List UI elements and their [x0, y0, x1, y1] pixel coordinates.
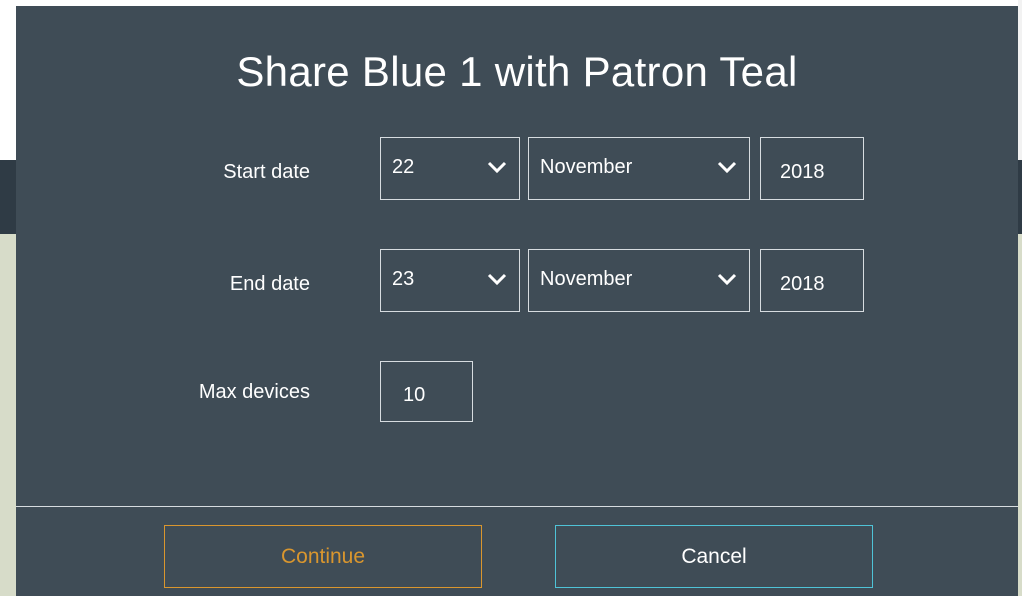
end-day-select[interactable]: 23 — [380, 249, 520, 312]
dialog-title: Share Blue 1 with Patron Teal — [236, 48, 798, 95]
end-year-value: 2018 — [780, 273, 825, 295]
start-year-value: 2018 — [780, 161, 825, 183]
background-header-left — [0, 160, 16, 234]
start-date-label: Start date — [223, 161, 310, 183]
background-page-left — [0, 0, 16, 160]
end-month-value: November — [540, 268, 633, 290]
end-month-select[interactable]: November — [528, 249, 750, 312]
footer-divider — [16, 506, 1018, 507]
background-page-right — [1018, 0, 1022, 160]
start-day-select[interactable]: 22 — [380, 137, 520, 200]
background-header-right — [1018, 160, 1022, 234]
start-month-select[interactable]: November — [528, 137, 750, 200]
continue-button[interactable]: Continue — [164, 525, 482, 588]
cancel-button[interactable]: Cancel — [555, 525, 873, 588]
chevron-down-icon — [487, 273, 507, 286]
chevron-down-icon — [487, 161, 507, 174]
end-date-label: End date — [229, 273, 310, 295]
background-map-right — [1018, 234, 1022, 596]
chevron-down-icon — [717, 273, 737, 286]
start-day-value: 22 — [392, 156, 415, 178]
end-year-input[interactable]: 2018 — [760, 249, 864, 312]
share-dialog: Share Blue 1 with Patron Teal Start date… — [16, 6, 1018, 596]
max-devices-input[interactable]: 10 — [380, 361, 473, 422]
max-devices-label: Max devices — [198, 381, 310, 403]
start-year-input[interactable]: 2018 — [760, 137, 864, 200]
chevron-down-icon — [717, 161, 737, 174]
max-devices-value: 10 — [403, 384, 426, 406]
background-map-left — [0, 234, 16, 596]
start-month-value: November — [540, 156, 633, 178]
end-day-value: 23 — [392, 268, 415, 290]
